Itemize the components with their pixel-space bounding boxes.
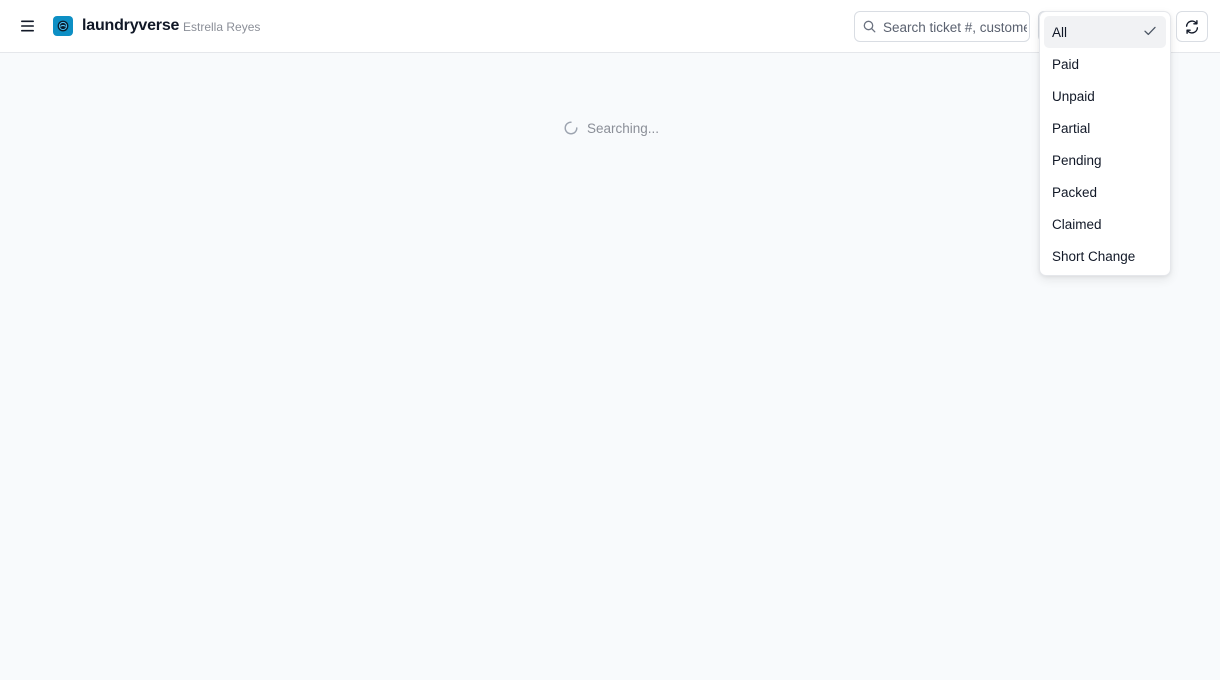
filter-option-pending[interactable]: Pending — [1044, 144, 1166, 176]
filter-option-label: Unpaid — [1052, 88, 1095, 104]
top-bar: laundryverse Estrella Reyes — [0, 0, 1220, 53]
search-input[interactable] — [883, 17, 1027, 37]
menu-button[interactable] — [16, 14, 40, 38]
filter-option-label: Claimed — [1052, 216, 1102, 232]
status-filter-dropdown: All Paid Unpaid Partial Pending Packed C… — [1039, 11, 1171, 276]
check-icon — [1144, 26, 1156, 36]
refresh-icon — [1185, 19, 1199, 34]
filter-option-label: Short Change — [1052, 248, 1136, 264]
filter-option-claimed[interactable]: Claimed — [1044, 208, 1166, 240]
filter-option-label: Paid — [1052, 56, 1080, 72]
filter-option-short-change[interactable]: Short Change — [1044, 240, 1166, 272]
laundry-logo-icon — [53, 16, 73, 36]
filter-option-label: Pending — [1052, 152, 1102, 168]
filter-option-label: Partial — [1052, 120, 1091, 136]
brand-name: laundryverse — [82, 17, 180, 34]
loading-text: Searching... — [587, 120, 660, 136]
search-box — [854, 11, 1030, 42]
filter-option-all[interactable]: All — [1044, 16, 1166, 48]
filter-option-label: Packed — [1052, 184, 1098, 200]
filter-option-packed[interactable]: Packed — [1044, 176, 1166, 208]
filter-option-unpaid[interactable]: Unpaid — [1044, 80, 1166, 112]
filter-option-partial[interactable]: Partial — [1044, 112, 1166, 144]
user-name: Estrella Reyes — [183, 20, 261, 34]
search-icon — [863, 20, 876, 33]
filter-option-paid[interactable]: Paid — [1044, 48, 1166, 80]
filter-option-label: All — [1052, 24, 1068, 40]
hamburger-icon — [21, 20, 34, 32]
loading-indicator: Searching... — [564, 118, 659, 138]
refresh-button[interactable] — [1176, 11, 1208, 42]
spinner-icon — [564, 121, 578, 135]
